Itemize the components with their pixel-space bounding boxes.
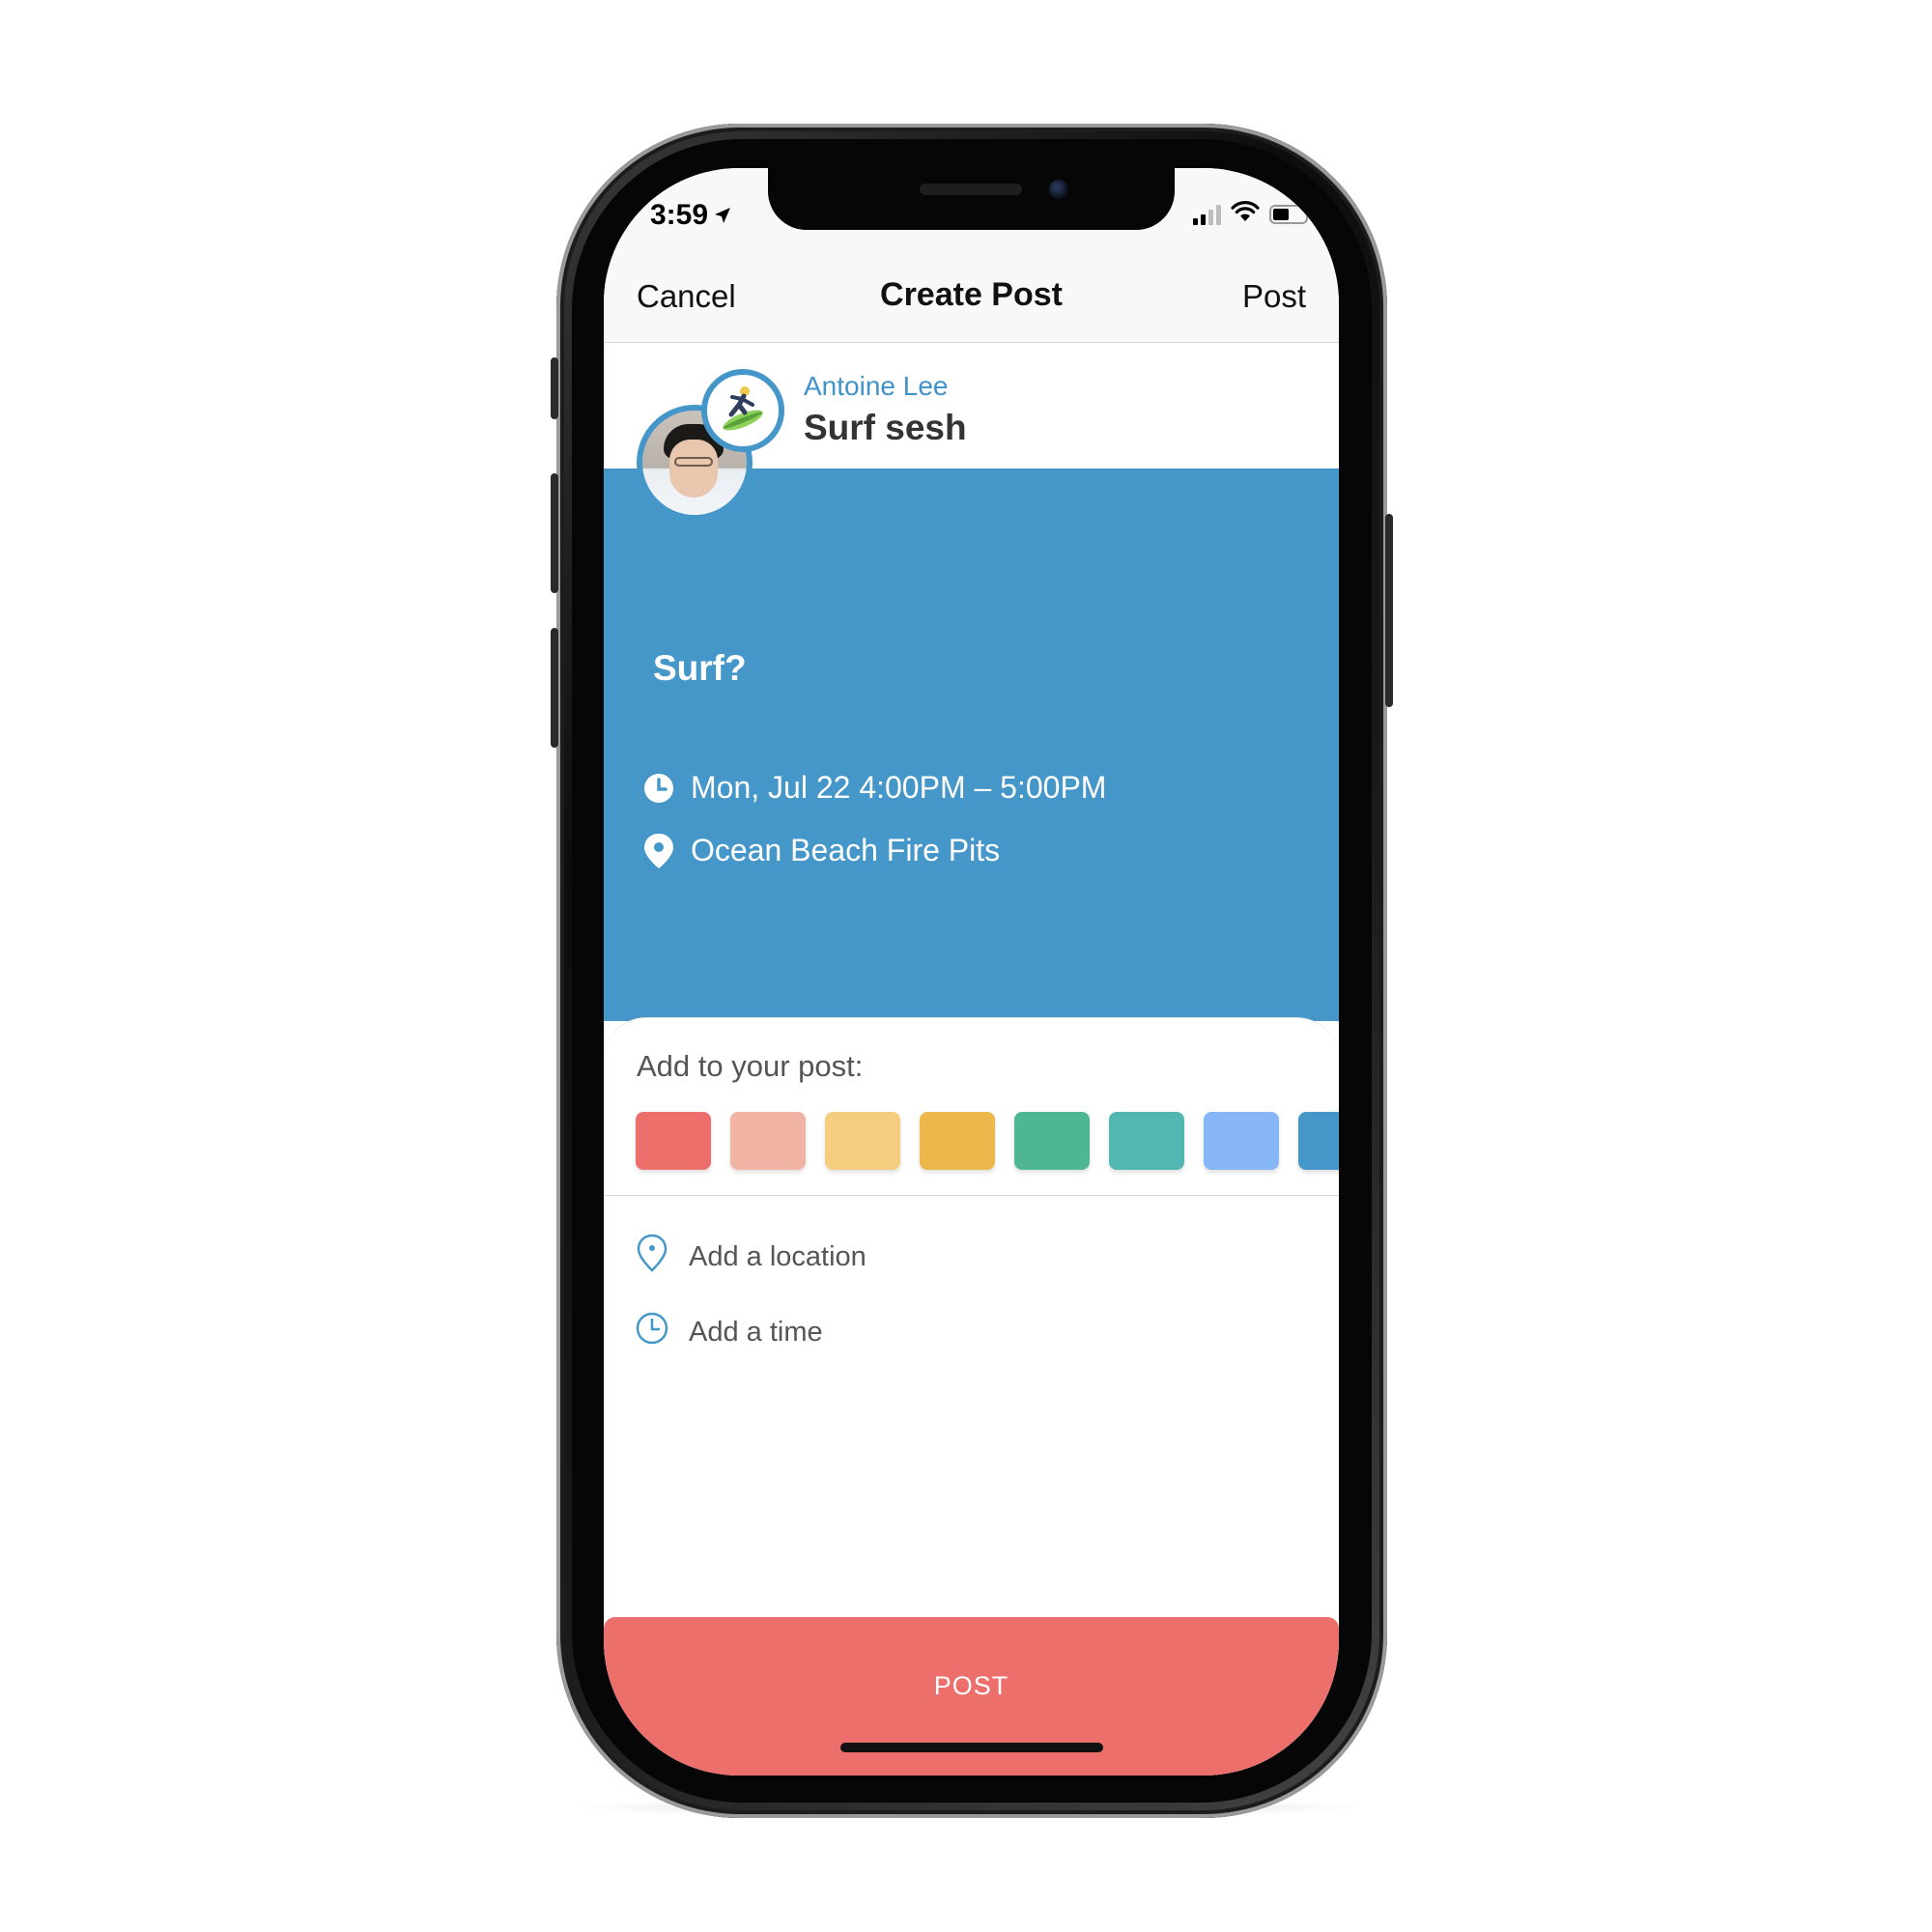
status-time: 3:59: [650, 199, 709, 231]
event-time-row: Mon, Jul 22 4:00PM – 5:00PM: [642, 770, 1106, 806]
page-title: Create Post: [880, 276, 1063, 313]
location-arrow-icon: [714, 199, 731, 232]
cellular-signal-icon: [1193, 204, 1221, 225]
event-location-row: Ocean Beach Fire Pits: [642, 833, 1000, 868]
add-location-label: Add a location: [689, 1240, 867, 1272]
add-time-row[interactable]: Add a time: [635, 1311, 823, 1353]
status-time-group: 3:59: [650, 199, 731, 232]
add-location-row[interactable]: Add a location: [635, 1233, 867, 1281]
home-indicator[interactable]: [840, 1743, 1103, 1752]
event-time: Mon, Jul 22 4:00PM – 5:00PM: [691, 770, 1107, 805]
power-button: [1385, 514, 1393, 707]
navigation-bar: Cancel Create Post Post: [604, 236, 1339, 343]
color-swatch-light-blue[interactable]: [1204, 1112, 1279, 1170]
phone-screen: 3:59 Cancel Create Post Post Antoine Lee…: [604, 168, 1339, 1776]
divider: [604, 1195, 1339, 1196]
add-to-post-label: Add to your post:: [637, 1049, 864, 1083]
clock-outline-icon: [635, 1311, 669, 1353]
color-swatch-peach[interactable]: [730, 1112, 806, 1170]
volume-up-button: [551, 473, 558, 593]
status-indicators: [1193, 201, 1312, 227]
post-nav-button[interactable]: Post: [1242, 278, 1306, 315]
post-title: Surf sesh: [804, 408, 967, 447]
map-pin-icon: [642, 833, 675, 868]
color-swatch-yellow[interactable]: [920, 1112, 995, 1170]
mute-switch: [551, 357, 558, 419]
color-swatch-red[interactable]: [636, 1112, 711, 1170]
surfer-emoji-icon: [718, 384, 768, 439]
color-swatch-green[interactable]: [1014, 1112, 1090, 1170]
volume-down-button: [551, 628, 558, 748]
author-name[interactable]: Antoine Lee: [804, 371, 948, 402]
post-question[interactable]: Surf?: [653, 648, 747, 689]
wifi-icon: [1231, 201, 1260, 227]
color-swatch-light-yellow[interactable]: [825, 1112, 900, 1170]
battery-icon: [1269, 204, 1312, 224]
color-swatches: [636, 1112, 1339, 1170]
activity-badge: [701, 369, 784, 452]
earpiece-speaker: [920, 184, 1022, 195]
front-camera: [1049, 180, 1068, 199]
post-button-label: POST: [933, 1671, 1009, 1700]
map-pin-outline-icon: [635, 1233, 669, 1281]
color-swatch-teal[interactable]: [1109, 1112, 1184, 1170]
post-preview-card: Surf? Mon, Jul 22 4:00PM – 5:00PM Ocean …: [604, 469, 1339, 1021]
color-swatch-blue[interactable]: [1298, 1112, 1339, 1170]
notch: [768, 168, 1175, 230]
event-location: Ocean Beach Fire Pits: [691, 833, 1001, 867]
add-time-label: Add a time: [689, 1316, 823, 1348]
clock-icon: [642, 772, 675, 805]
